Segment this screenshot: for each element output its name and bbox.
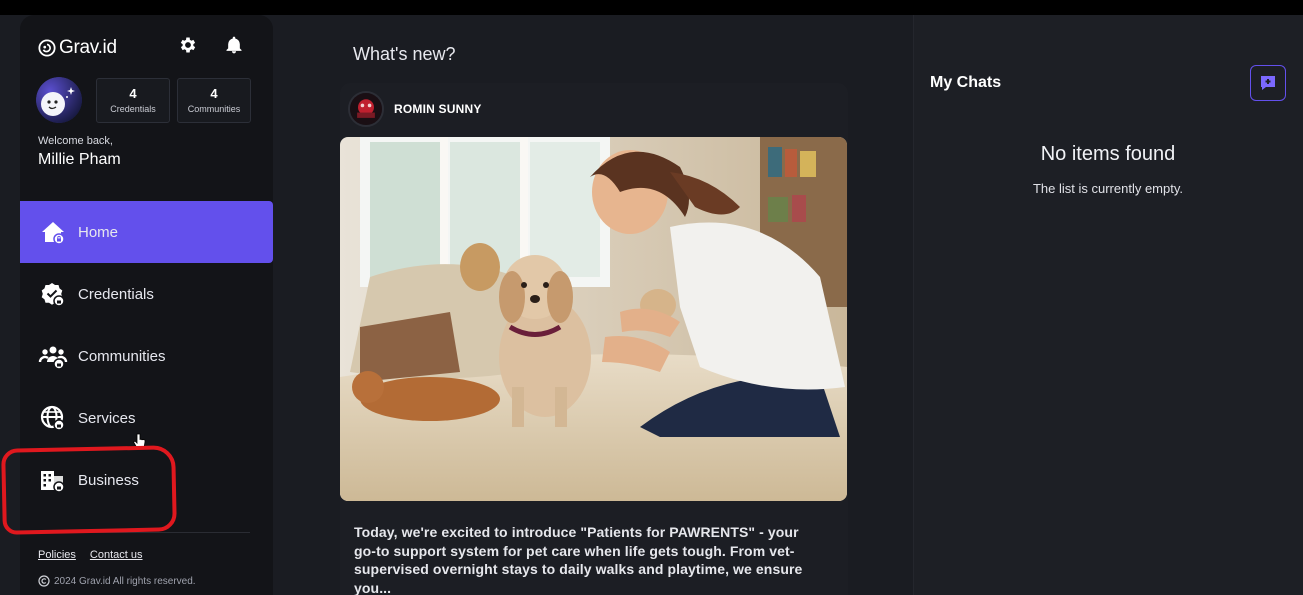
empty-state-subtitle: The list is currently empty. — [1032, 181, 1184, 196]
feed-post: ROMIN SUNNY Today, we're excited to intr… — [340, 83, 848, 595]
sidebar: Grav.id 4 Credentials 4 Communities Welc… — [20, 15, 273, 595]
sidebar-divider — [38, 532, 250, 533]
gear-icon[interactable] — [178, 35, 198, 55]
sidebar-item-label: Services — [78, 409, 136, 427]
sidebar-item-communities[interactable]: Communities — [20, 325, 273, 387]
contact-us-link[interactable]: Contact us — [90, 549, 143, 561]
chats-title: My Chats — [930, 74, 1002, 91]
user-name: Millie Pham — [38, 151, 121, 168]
post-author-name[interactable]: ROMIN SUNNY — [394, 102, 482, 116]
building-icon — [38, 465, 68, 495]
sidebar-nav: Home Credentials Communities Services Bu… — [20, 201, 273, 511]
avatar[interactable] — [36, 77, 82, 123]
post-author-avatar[interactable] — [348, 91, 384, 127]
copyright-icon — [38, 575, 50, 587]
sidebar-item-label: Business — [78, 471, 139, 489]
post-text: Today, we're excited to introduce "Patie… — [354, 524, 803, 595]
chats-panel: My Chats No items found The list is curr… — [913, 15, 1303, 595]
sidebar-item-label: Communities — [78, 347, 166, 365]
globe-icon — [38, 403, 68, 433]
logo-mark-icon — [38, 39, 56, 57]
home-icon — [38, 217, 68, 247]
bell-icon[interactable] — [224, 35, 244, 55]
credentials-count: 4 — [129, 86, 137, 101]
sidebar-item-label: Home — [78, 223, 119, 241]
logo[interactable]: Grav.id — [38, 37, 117, 59]
sidebar-item-home[interactable]: Home — [20, 201, 273, 263]
communities-stat-label: Communities — [187, 104, 241, 114]
sidebar-item-business[interactable]: Business — [20, 449, 273, 511]
credential-badge-icon — [38, 279, 68, 309]
sidebar-item-label: Credentials — [78, 285, 154, 303]
communities-count: 4 — [210, 86, 218, 101]
new-chat-icon — [1261, 76, 1275, 90]
sidebar-item-credentials[interactable]: Credentials — [20, 263, 273, 325]
communities-icon — [38, 341, 68, 371]
app-window: Grav.id 4 Credentials 4 Communities Welc… — [0, 15, 1303, 595]
new-chat-button[interactable] — [1250, 65, 1286, 101]
post-image[interactable] — [340, 137, 847, 501]
empty-state-title: No items found — [1040, 143, 1176, 165]
page-title: What's new? — [353, 44, 456, 64]
communities-stat[interactable]: 4 Communities — [177, 78, 251, 123]
logo-text: Grav.id — [59, 37, 117, 58]
copyright-text: 2024 Grav.id All rights reserved. — [54, 575, 196, 587]
welcome-text: Welcome back, — [38, 135, 113, 147]
credentials-stat[interactable]: 4 Credentials — [96, 78, 170, 123]
policies-link[interactable]: Policies — [38, 549, 76, 561]
copyright: 2024 Grav.id All rights reserved. — [38, 575, 196, 587]
credentials-stat-label: Credentials — [110, 104, 156, 114]
pointer-cursor-icon — [133, 433, 146, 449]
